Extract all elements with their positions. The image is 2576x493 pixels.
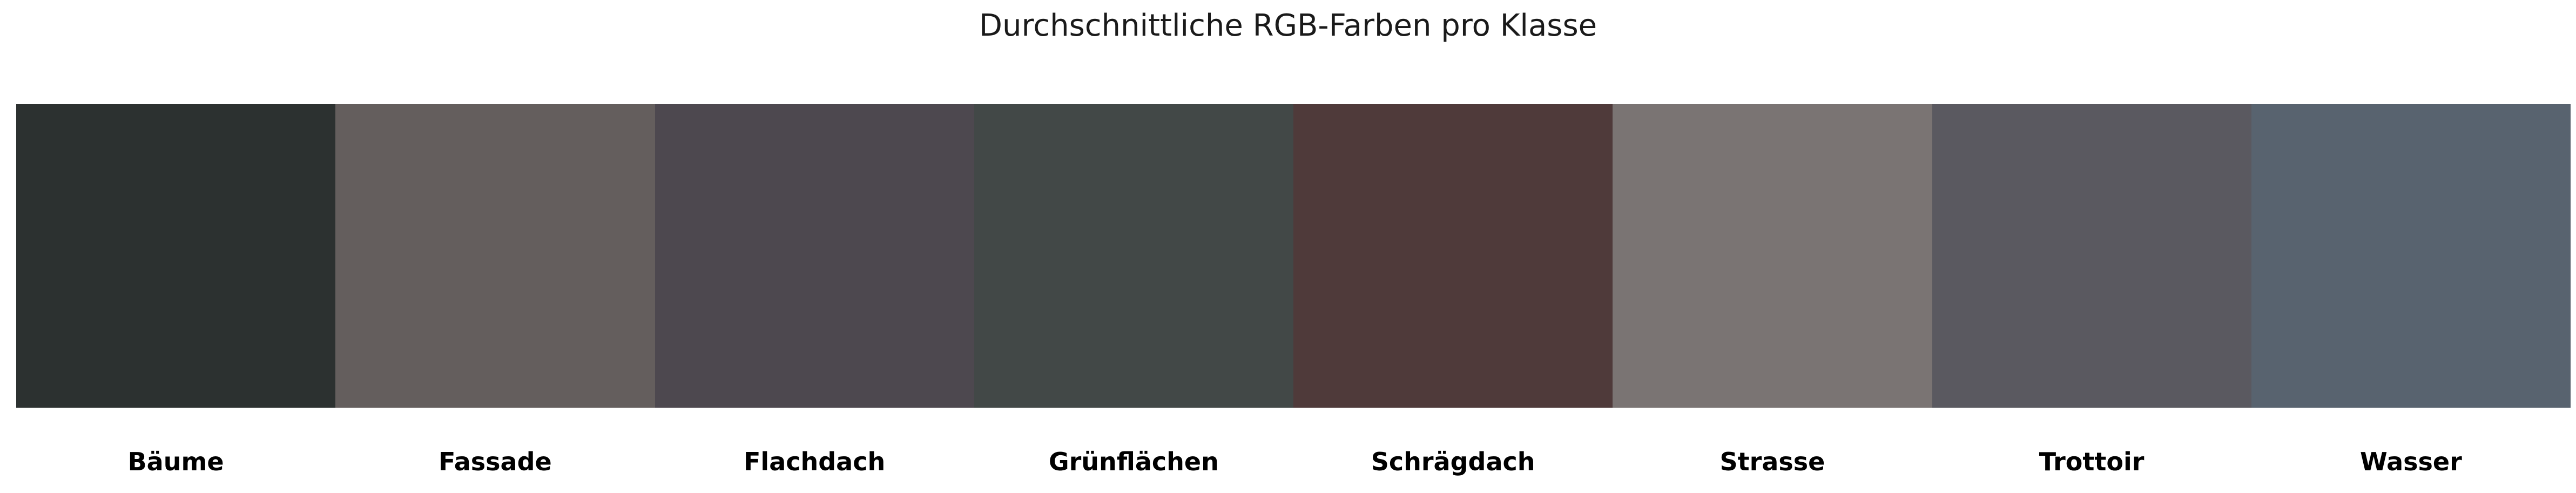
color-swatch-5 — [1613, 104, 1932, 408]
chart-title: Durchschnittliche RGB-Farben pro Klasse — [979, 8, 1597, 43]
class-label-7: Wasser — [2359, 447, 2462, 476]
class-label-5: Strasse — [1719, 447, 1825, 476]
color-swatch-0 — [16, 104, 336, 408]
color-swatch-4 — [1293, 104, 1613, 408]
color-swatch-strip — [16, 104, 2571, 408]
class-label-row: Bäume Fassade Flachdach Grünflächen Schrägda… — [16, 449, 2571, 474]
class-label-0: Bäume — [127, 447, 224, 476]
color-swatch-7 — [2251, 104, 2571, 408]
color-swatch-6 — [1932, 104, 2251, 408]
color-swatch-1 — [335, 104, 655, 408]
color-swatch-3 — [974, 104, 1293, 408]
class-label-3: Grünflächen — [1048, 447, 1219, 476]
class-label-1: Fassade — [439, 447, 552, 476]
class-label-2: Flachdach — [744, 447, 886, 476]
class-label-6: Trottoir — [2039, 447, 2145, 476]
class-label-4: Schrägdach — [1371, 447, 1535, 476]
color-swatch-2 — [655, 104, 974, 408]
